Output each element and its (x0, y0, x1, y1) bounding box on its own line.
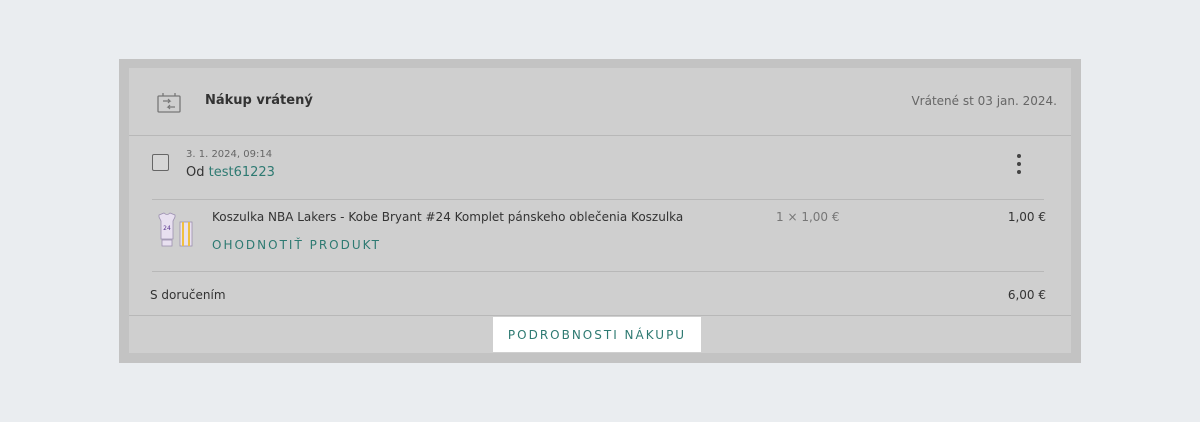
return-arrows-icon (157, 93, 181, 113)
product-thumbnail[interactable]: 24 (154, 210, 196, 252)
order-select-checkbox[interactable] (152, 154, 169, 171)
order-status-header: Nákup vrátený Vrátené st 03 jan. 2024. (129, 68, 1071, 136)
shipping-total: 6,00 € (1007, 288, 1046, 302)
order-status-date: Vrátené st 03 jan. 2024. (911, 94, 1057, 108)
order-details-button[interactable]: PODROBNOSTI NÁKUPU (493, 317, 701, 352)
kebab-menu-icon[interactable] (1012, 154, 1026, 180)
shipping-label: S doručením (150, 288, 226, 302)
seller-link[interactable]: test61223 (209, 165, 275, 180)
modal-overlay: Nákup vrátený Vrátené st 03 jan. 2024. 3… (119, 59, 1081, 363)
product-line-total: 1,00 € (1007, 210, 1046, 224)
divider (152, 199, 1044, 200)
divider (129, 315, 1071, 316)
order-card: Nákup vrátený Vrátené st 03 jan. 2024. 3… (129, 68, 1071, 353)
jersey-number: 24 (163, 225, 171, 232)
order-seller: Od test61223 (186, 165, 275, 180)
order-status-title: Nákup vrátený (205, 93, 313, 108)
rate-product-button[interactable]: OHODNOTIŤ PRODUKT (212, 238, 381, 252)
order-from-label: Od (186, 165, 205, 180)
order-datetime: 3. 1. 2024, 09:14 (186, 149, 273, 160)
divider (152, 271, 1044, 272)
product-quantity-price: 1 × 1,00 € (776, 210, 840, 224)
order-meta: 3. 1. 2024, 09:14 Od test61223 (152, 148, 1052, 192)
product-name[interactable]: Koszulka NBA Lakers - Kobe Bryant #24 Ko… (212, 210, 683, 224)
